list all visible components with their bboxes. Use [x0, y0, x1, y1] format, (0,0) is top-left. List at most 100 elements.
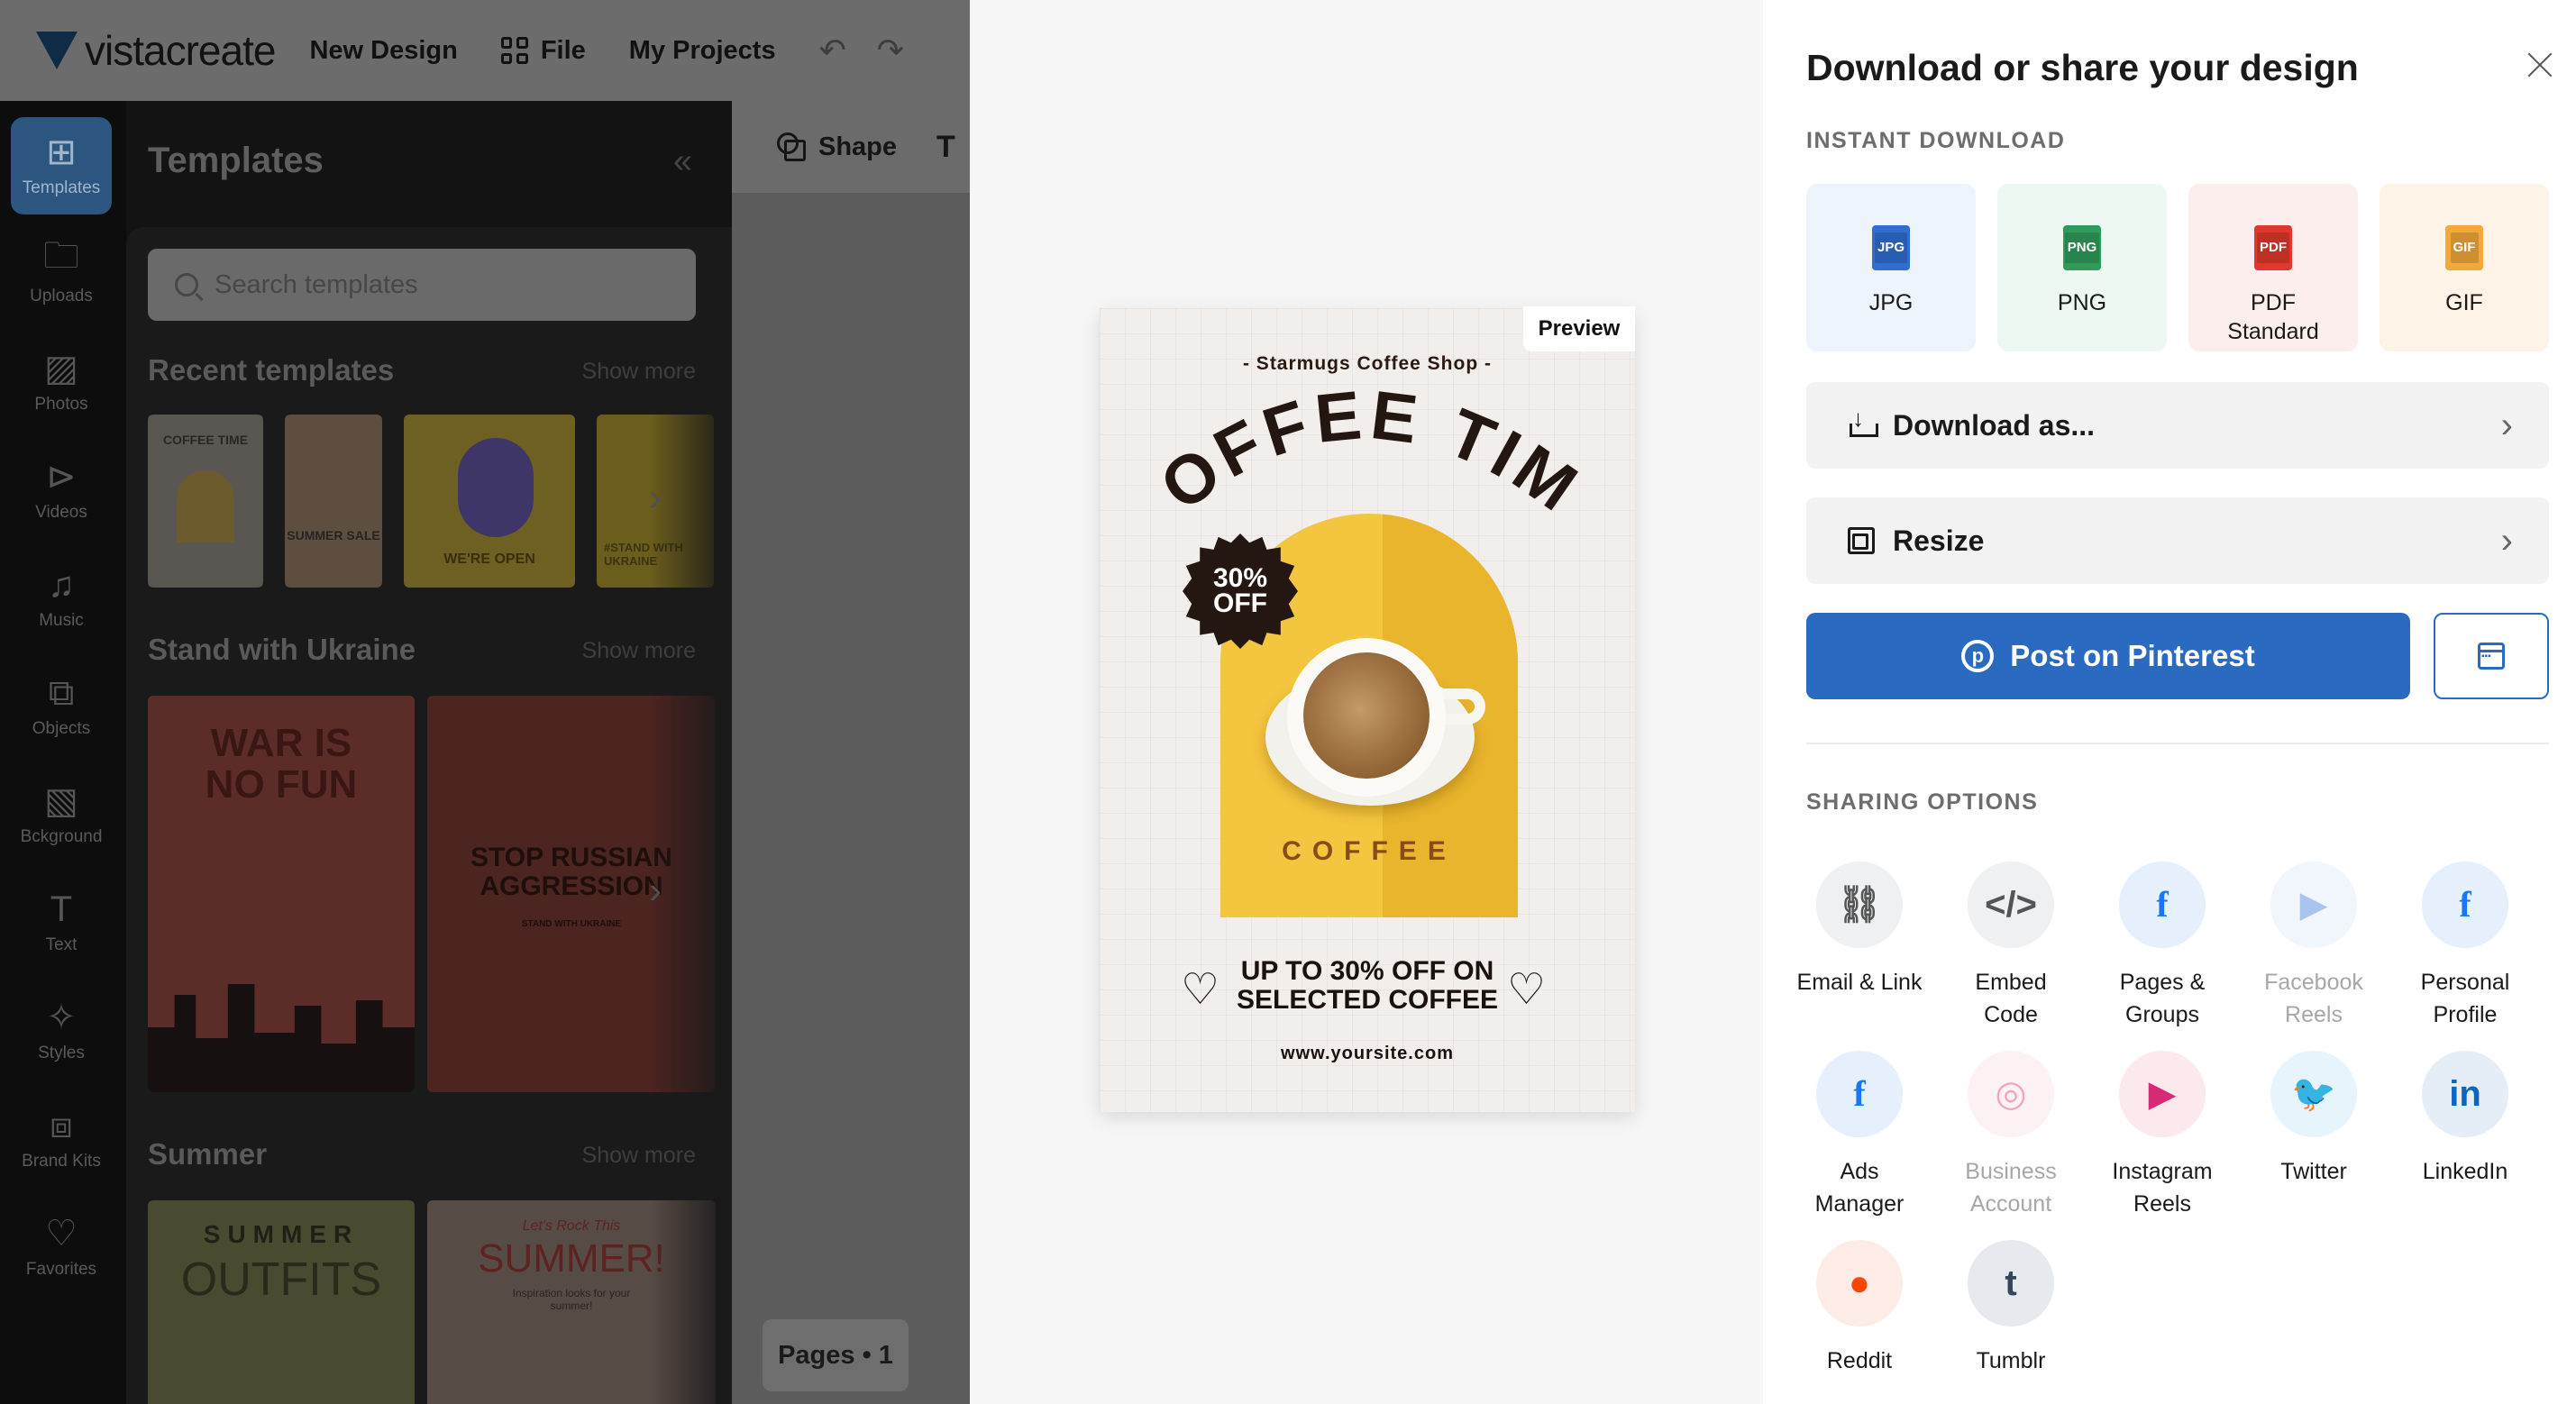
tumblr-icon: t	[1968, 1240, 2054, 1327]
share-option-personal-profile[interactable]: f Personal Profile	[2389, 862, 2542, 1031]
show-more-summer[interactable]: Show more	[582, 1143, 696, 1169]
my-projects-button[interactable]: My Projects	[629, 36, 776, 66]
post-on-pinterest-button[interactable]: p Post on Pinterest	[1806, 613, 2410, 699]
download-share-panel: Download or share your design INSTANT DO…	[1763, 0, 2576, 1404]
discount-percent: 30%	[1212, 563, 1268, 593]
show-more-recent[interactable]: Show more	[582, 359, 696, 385]
sidebar-item-label: Videos	[35, 503, 87, 522]
shapes-icon: ⧉	[48, 672, 75, 713]
facebook-reels-icon: ▶	[2270, 862, 2357, 948]
sidebar-item-label: Music	[39, 611, 84, 630]
my-projects-label: My Projects	[628, 35, 776, 65]
shape-tool-button[interactable]: Shape T	[732, 101, 970, 193]
search-templates-input[interactable]: Search templates	[148, 249, 696, 321]
sidebar-item-label: Uploads	[30, 287, 93, 305]
sidebar-item-videos[interactable]: ⊳ Videos	[11, 442, 112, 539]
download-as-button[interactable]: Download as... ›	[1806, 382, 2549, 469]
share-option-label: Pages & Groups	[2119, 970, 2206, 1027]
show-more-ukraine[interactable]: Show more	[582, 638, 696, 664]
thumb-text: WAR IS NO FUN	[205, 721, 358, 807]
sidebar-item-music[interactable]: ♫ Music	[11, 550, 112, 647]
twitter-icon: 🐦	[2270, 1051, 2357, 1137]
code-icon: </>	[1968, 862, 2054, 948]
format-jpg-button[interactable]: JPG JPG	[1806, 184, 1976, 351]
sidebar-item-styles[interactable]: ✧ Styles	[11, 982, 112, 1080]
sidebar-item-objects[interactable]: ⧉ Objects	[11, 658, 112, 755]
coffee-cup	[1287, 638, 1446, 797]
sidebar-item-label: Bckground	[20, 827, 103, 846]
left-icon-bar: ⊞ Templates 🗀 Uploads ▨ Photos ⊳ Videos …	[0, 101, 126, 1404]
svg-text:COFFEE TIME: COFFEE TIME	[1100, 308, 1594, 529]
share-option-embed-code[interactable]: </> Embed Code	[1934, 862, 2087, 1031]
linkedin-icon: in	[2422, 1051, 2508, 1137]
heart-icon: ♡	[45, 1214, 78, 1254]
format-label: PDF Standard	[2227, 290, 2319, 344]
file-label: File	[540, 35, 586, 65]
pdf-file-icon: PDF	[2254, 225, 2292, 270]
promo-line-2: SELECTED COFFEE	[1236, 985, 1499, 1015]
collapse-panel-icon[interactable]: «	[673, 142, 692, 181]
template-thumb-summer-outfits[interactable]: SUMMER OUTFITS	[148, 1200, 415, 1404]
share-option-twitter[interactable]: 🐦 Twitter	[2237, 1051, 2390, 1188]
sidebar-item-background[interactable]: ▧ Bckground	[11, 766, 112, 863]
music-note-icon: ♫	[48, 564, 75, 605]
vistacreate-logo[interactable]: vistacreate	[36, 26, 276, 75]
redo-arrow-icon[interactable]: ↷	[877, 32, 904, 69]
sidebar-item-templates[interactable]: ⊞ Templates	[11, 117, 112, 214]
resize-button[interactable]: Resize ›	[1806, 497, 2549, 584]
share-option-label: Facebook Reels	[2264, 970, 2363, 1027]
sidebar-item-text[interactable]: T Text	[11, 874, 112, 971]
new-design-button[interactable]: New Design	[309, 36, 457, 66]
format-gif-button[interactable]: GIF GIF	[2380, 184, 2549, 351]
template-thumb-were-open[interactable]: WE'RE OPEN	[404, 415, 575, 588]
share-option-ads-manager[interactable]: f Ads Manager	[1783, 1051, 1936, 1220]
share-option-label: Instagram Reels	[2112, 1159, 2213, 1217]
instagram-icon: ◎	[1968, 1051, 2054, 1137]
share-option-instagram-reels[interactable]: ▶ Instagram Reels	[2086, 1051, 2239, 1220]
share-option-tumblr[interactable]: t Tumblr	[1934, 1240, 2087, 1377]
share-option-label: Personal Profile	[2420, 970, 2510, 1027]
format-pdf-button[interactable]: PDF PDF Standard	[2188, 184, 2358, 351]
file-menu-button[interactable]: File	[500, 35, 586, 66]
template-thumb-war-is-no-fun[interactable]: WAR IS NO FUN	[148, 696, 415, 1092]
link-icon: ⛓	[1816, 862, 1903, 948]
schedule-post-button[interactable]	[2434, 613, 2549, 699]
panel-title: Download or share your design	[1806, 47, 2359, 88]
thumb-text: SUMMER SALE	[287, 528, 380, 542]
poster-website: www.yoursite.com	[1281, 1044, 1454, 1063]
pages-button[interactable]: Pages • 1	[763, 1319, 909, 1391]
chevron-right-icon[interactable]: ›	[649, 476, 662, 519]
text-tool-icon[interactable]: T	[936, 130, 955, 165]
logo-mark-icon	[36, 32, 78, 69]
chevron-right-icon: ›	[2500, 521, 2513, 561]
share-option-facebook-reels[interactable]: ▶ Facebook Reels	[2237, 862, 2390, 1031]
resize-label: Resize	[1893, 524, 1985, 557]
share-option-reddit[interactable]: ● Reddit	[1783, 1240, 1936, 1377]
format-png-button[interactable]: PNG PNG	[1997, 184, 2167, 351]
template-thumb-summer-sale[interactable]: SUMMER SALE	[285, 415, 382, 588]
sidebar-item-label: Objects	[32, 719, 91, 738]
share-option-business-account[interactable]: ◎ Business Account	[1934, 1051, 2087, 1220]
undo-arrow-icon[interactable]: ↶	[819, 32, 846, 69]
sidebar-item-favorites[interactable]: ♡ Favorites	[11, 1199, 112, 1296]
sidebar-item-uploads[interactable]: 🗀 Uploads	[11, 225, 112, 323]
templates-icon: ⊞	[46, 132, 77, 172]
new-design-label: New Design	[309, 35, 458, 65]
share-option-pages-groups[interactable]: f Pages & Groups	[2086, 862, 2239, 1031]
share-option-label: Business Account	[1965, 1159, 2057, 1217]
thumb-text: WE'RE OPEN	[443, 552, 535, 567]
sidebar-item-brand-kits[interactable]: ⧈ Brand Kits	[11, 1090, 112, 1188]
calendar-icon	[2478, 643, 2505, 670]
sidebar-item-label: Favorites	[25, 1260, 97, 1279]
sidebar-item-photos[interactable]: ▨ Photos	[11, 333, 112, 431]
share-option-email-link[interactable]: ⛓ Email & Link	[1783, 862, 1936, 998]
promo-line-1: UP TO 30% OFF ON	[1240, 956, 1494, 986]
template-thumb-coffee[interactable]: COFFEE TIME	[148, 415, 263, 588]
chevron-right-icon[interactable]: ›	[649, 869, 662, 912]
close-icon[interactable]	[2526, 50, 2554, 79]
search-icon	[175, 273, 198, 296]
sidebar-item-label: Photos	[34, 395, 88, 414]
top-bar: vistacreate New Design File My Projects …	[0, 0, 970, 101]
share-option-linkedin[interactable]: in LinkedIn	[2389, 1051, 2542, 1188]
sidebar-item-label: Templates	[22, 178, 101, 197]
